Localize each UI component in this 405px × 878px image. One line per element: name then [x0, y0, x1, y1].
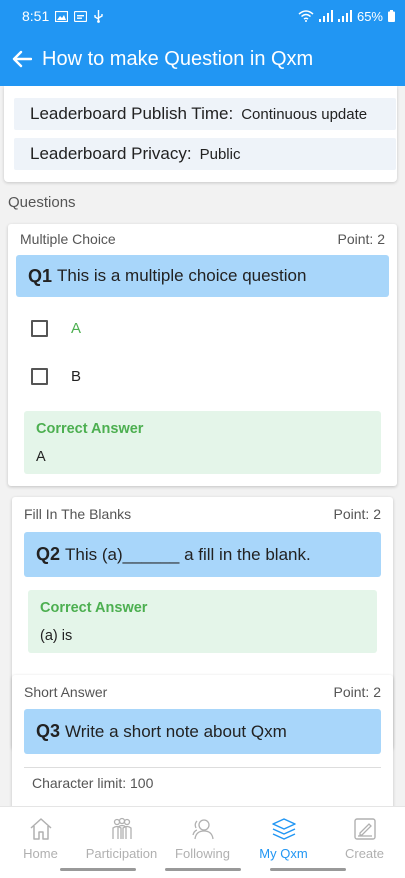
- gesture-pill-right[interactable]: [270, 868, 346, 871]
- correct-answer-box: Correct Answer (a) is: [28, 590, 377, 653]
- character-limit: Character limit: 100: [32, 775, 154, 791]
- option-a-checkbox[interactable]: [31, 320, 48, 337]
- option-b[interactable]: B: [31, 368, 81, 385]
- question-title: Q3 Write a short note about Qxm: [24, 709, 381, 754]
- battery-icon: [388, 10, 395, 22]
- privacy-value: Public: [199, 145, 241, 163]
- gesture-pill-center[interactable]: [165, 868, 241, 871]
- option-a[interactable]: A: [31, 320, 81, 337]
- question-type: Multiple Choice: [20, 231, 116, 247]
- question-card-q3: Short Answer Point: 2 Q3 Write a short n…: [12, 675, 393, 806]
- signal-icon: [318, 10, 333, 22]
- question-type: Fill In The Blanks: [24, 506, 132, 522]
- usb-notification-icon: [93, 9, 104, 23]
- layers-icon: [270, 816, 298, 842]
- publish-time-value: Continuous update: [241, 105, 368, 123]
- nav-home[interactable]: Home: [0, 807, 81, 863]
- nav-my-qxm[interactable]: My Qxm: [243, 807, 324, 863]
- question-type: Short Answer: [24, 684, 108, 700]
- back-arrow-icon: [12, 50, 32, 68]
- following-icon: [189, 816, 217, 842]
- page-title: How to make Question in Qxm: [42, 47, 314, 70]
- option-a-label: A: [71, 320, 82, 337]
- message-notification-icon: [74, 10, 88, 22]
- bottom-navigation: Home Participation Following My Qxm Crea…: [0, 806, 405, 863]
- leaderboard-info-card: Leaderboard Publish Time: Continuous upd…: [4, 86, 397, 182]
- question-card-q1: Multiple Choice Point: 2 Q1 This is a mu…: [8, 224, 397, 486]
- publish-time-label: Leaderboard Publish Time:: [30, 104, 234, 123]
- content-scroll[interactable]: Leaderboard Publish Time: Continuous upd…: [0, 86, 405, 806]
- correct-answer-value: (a) is: [40, 628, 73, 644]
- participation-icon: [108, 816, 136, 842]
- back-button[interactable]: [10, 47, 34, 71]
- nav-create[interactable]: Create: [324, 807, 405, 863]
- gesture-bar: [0, 863, 405, 878]
- nav-following[interactable]: Following: [162, 807, 243, 863]
- nav-participation[interactable]: Participation: [81, 807, 162, 863]
- question-point: Point: 2: [333, 506, 381, 522]
- question-point: Point: 2: [333, 684, 381, 700]
- nav-following-label: Following: [175, 846, 230, 861]
- question-text: This is a multiple choice question: [57, 266, 307, 285]
- question-text: Write a short note about Qxm: [65, 721, 287, 741]
- correct-answer-box: Correct Answer A: [24, 411, 381, 474]
- questions-section-label: Questions: [8, 194, 76, 211]
- question-point: Point: 2: [337, 231, 385, 247]
- home-icon: [27, 816, 55, 842]
- wifi-icon: [298, 10, 314, 22]
- app-bar: How to make Question in Qxm: [0, 32, 405, 86]
- signal-icon-2: [337, 10, 352, 22]
- correct-answer-value: A: [36, 449, 46, 465]
- status-bar: 8:51 65%: [0, 0, 405, 32]
- gallery-notification-icon: [55, 10, 69, 22]
- publish-time-row: Leaderboard Publish Time: Continuous upd…: [14, 98, 396, 130]
- status-time: 8:51: [22, 8, 50, 24]
- question-title: Q1 This is a multiple choice question: [16, 255, 389, 297]
- option-b-checkbox[interactable]: [31, 368, 48, 385]
- gesture-pill-left[interactable]: [60, 868, 136, 871]
- divider: [24, 767, 381, 768]
- battery-percent: 65%: [356, 8, 383, 24]
- nav-home-label: Home: [23, 846, 58, 861]
- option-b-label: B: [71, 368, 82, 385]
- create-icon: [351, 816, 379, 842]
- privacy-label: Leaderboard Privacy:: [30, 144, 192, 163]
- question-number: Q2: [36, 544, 61, 564]
- nav-my-qxm-label: My Qxm: [259, 846, 308, 861]
- nav-create-label: Create: [344, 846, 385, 861]
- question-number: Q3: [36, 721, 61, 741]
- correct-answer-label: Correct Answer: [36, 421, 144, 437]
- nav-participation-label: Participation: [85, 846, 158, 861]
- question-text: This (a)______ a fill in the blank.: [65, 544, 311, 564]
- question-number: Q1: [28, 265, 53, 286]
- question-title: Q2 This (a)______ a fill in the blank.: [24, 532, 381, 577]
- correct-answer-label: Correct Answer: [40, 600, 148, 616]
- privacy-row: Leaderboard Privacy: Public: [14, 138, 396, 170]
